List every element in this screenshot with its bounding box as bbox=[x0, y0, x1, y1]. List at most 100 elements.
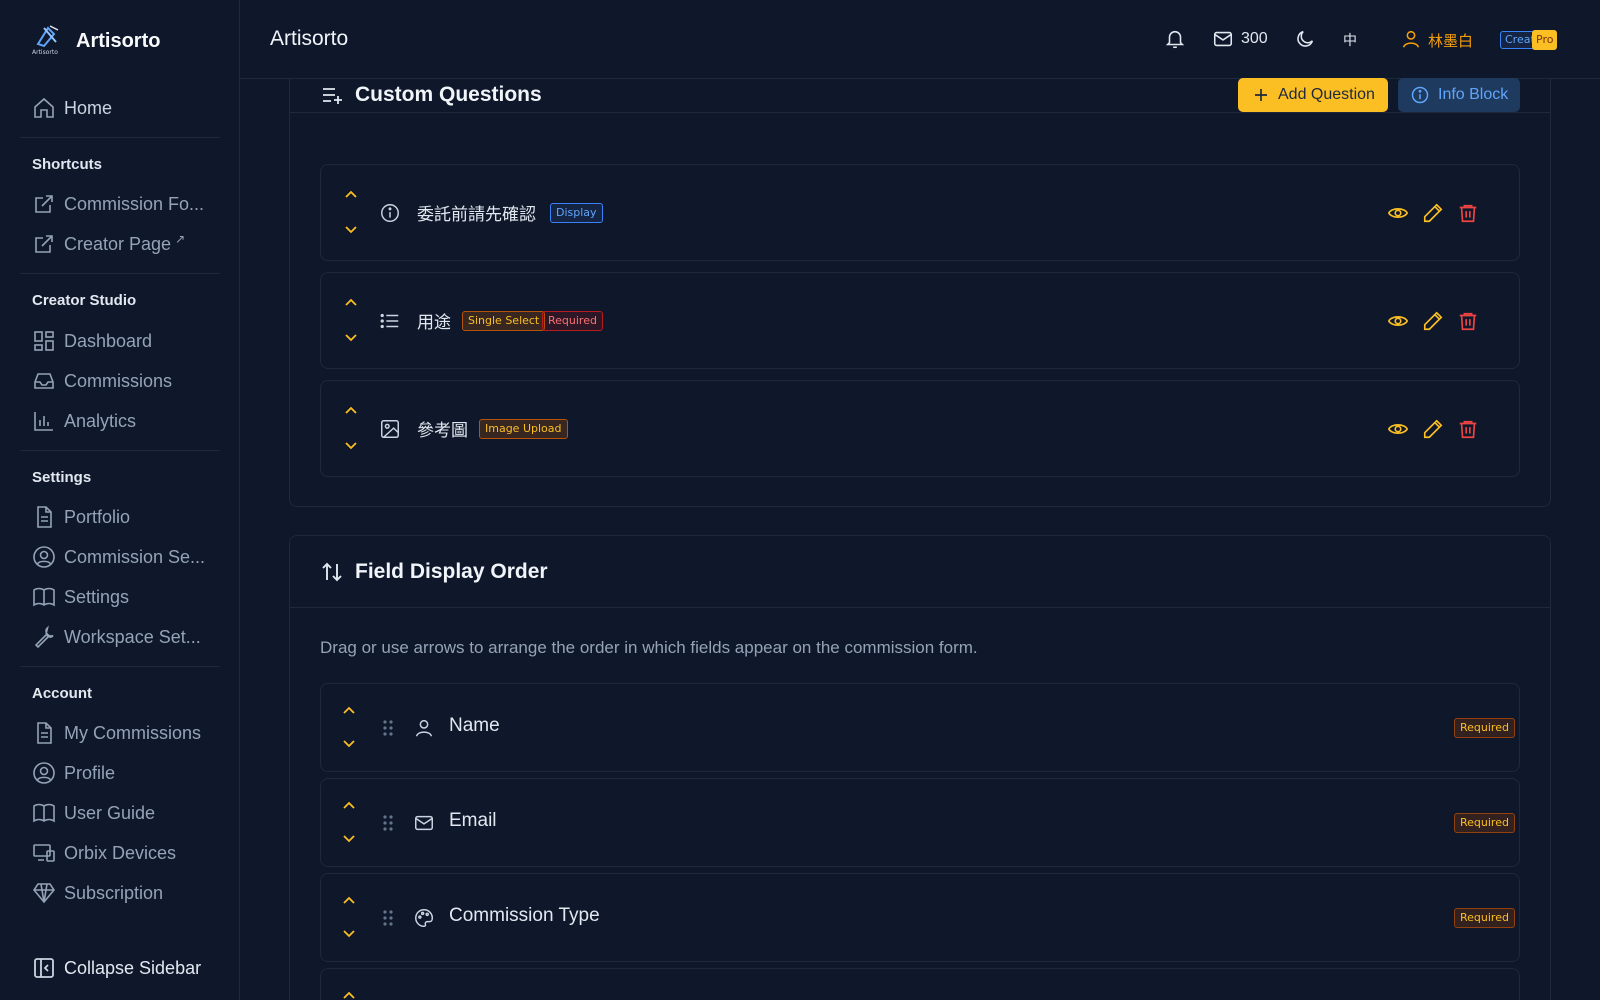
chevron-up-icon[interactable] bbox=[343, 403, 359, 419]
question-title: 委託前請先確認 bbox=[417, 205, 536, 225]
sidebar-item-analytics[interactable]: Analytics bbox=[20, 403, 220, 439]
divider bbox=[20, 273, 220, 274]
chevron-down-icon[interactable] bbox=[341, 925, 357, 941]
question-row[interactable]: 委託前請先確認 Display bbox=[320, 164, 1520, 261]
image-icon bbox=[381, 420, 399, 438]
field-row[interactable] bbox=[320, 968, 1520, 1000]
chevron-down-icon[interactable] bbox=[343, 437, 359, 453]
question-row[interactable]: 參考圖 Image Upload bbox=[320, 380, 1520, 477]
devices-icon bbox=[33, 844, 55, 862]
field-row[interactable]: Email Required bbox=[320, 778, 1520, 867]
pro-badge: Pro bbox=[1532, 30, 1558, 50]
drag-handle-icon[interactable] bbox=[381, 814, 395, 832]
sidebar-item-label: User Guide bbox=[64, 802, 156, 823]
pencil-icon[interactable] bbox=[1422, 310, 1444, 332]
info-icon bbox=[1411, 86, 1429, 104]
eye-icon[interactable] bbox=[1387, 418, 1409, 440]
mail-icon[interactable] bbox=[1212, 28, 1234, 50]
nav-heading-shortcuts: Shortcuts bbox=[32, 156, 103, 173]
sidebar-item-commission-form[interactable]: Commission Fo... bbox=[20, 186, 220, 222]
sort-arrows-icon bbox=[322, 562, 342, 582]
sidebar-item-settings[interactable]: Settings bbox=[20, 579, 220, 615]
question-row[interactable]: 用途 Single Select Required bbox=[320, 272, 1520, 369]
image-upload-tag: Image Upload bbox=[479, 419, 568, 439]
sidebar-item-label: Commissions bbox=[64, 370, 173, 391]
required-tag: Required bbox=[1454, 908, 1515, 928]
list-icon bbox=[380, 313, 399, 329]
mail-icon bbox=[415, 815, 433, 831]
brand[interactable]: Artisorto Artisorto bbox=[32, 24, 160, 58]
user-icon bbox=[415, 719, 433, 737]
required-tag: Required bbox=[1454, 718, 1515, 738]
sidebar-item-home[interactable]: Home bbox=[20, 90, 220, 126]
moon-icon[interactable] bbox=[1294, 28, 1316, 50]
drag-handle-icon[interactable] bbox=[381, 719, 395, 737]
chevron-up-icon[interactable] bbox=[343, 187, 359, 203]
info-block-label: Info Block bbox=[1438, 86, 1509, 103]
single-select-tag: Single Select bbox=[462, 311, 546, 331]
chevron-down-icon[interactable] bbox=[341, 830, 357, 846]
divider bbox=[20, 137, 220, 138]
chevron-up-icon[interactable] bbox=[341, 798, 357, 814]
trash-icon[interactable] bbox=[1457, 310, 1479, 332]
dashboard-icon bbox=[34, 331, 54, 351]
chevron-up-icon[interactable] bbox=[341, 893, 357, 909]
sidebar-item-my-commissions[interactable]: My Commissions bbox=[20, 715, 220, 751]
nav-heading-account: Account bbox=[32, 685, 92, 702]
chevron-up-icon[interactable] bbox=[341, 988, 357, 1000]
collapse-sidebar-button[interactable]: Collapse Sidebar bbox=[20, 950, 220, 986]
chevron-down-icon[interactable] bbox=[343, 221, 359, 237]
add-question-label: Add Question bbox=[1278, 86, 1375, 103]
add-question-button[interactable]: Add Question bbox=[1238, 78, 1388, 112]
sidebar-item-commissions[interactable]: Commissions bbox=[20, 363, 220, 399]
palette-icon bbox=[415, 909, 433, 927]
chevron-up-icon[interactable] bbox=[343, 295, 359, 311]
nav-heading-settings: Settings bbox=[32, 469, 92, 486]
wrench-icon bbox=[34, 625, 54, 649]
sidebar-item-label: Commission Se... bbox=[64, 546, 206, 567]
plus-icon bbox=[1255, 89, 1267, 101]
field-row[interactable]: Name Required bbox=[320, 683, 1520, 772]
sidebar-item-subscription[interactable]: Subscription bbox=[20, 875, 220, 911]
user-icon[interactable] bbox=[1400, 28, 1422, 50]
field-row[interactable]: Commission Type Required bbox=[320, 873, 1520, 962]
inbox-icon bbox=[34, 373, 54, 389]
sidebar-item-workspace-settings[interactable]: Workspace Set... bbox=[20, 619, 220, 655]
info-icon bbox=[381, 204, 399, 222]
sidebar-item-label: My Commissions bbox=[64, 722, 202, 743]
info-block-button[interactable]: Info Block bbox=[1398, 78, 1520, 112]
user-name[interactable]: 林墨白 bbox=[1428, 30, 1473, 51]
sidebar-item-profile[interactable]: Profile bbox=[20, 755, 220, 791]
eye-icon[interactable] bbox=[1387, 202, 1409, 224]
card-header: Field Display Order bbox=[290, 536, 1550, 608]
chevron-down-icon[interactable] bbox=[343, 329, 359, 345]
mail-count[interactable]: 300 bbox=[1241, 30, 1268, 48]
trash-icon[interactable] bbox=[1457, 202, 1479, 224]
bell-icon[interactable] bbox=[1164, 28, 1186, 50]
sidebar-item-creator-page[interactable]: Creator Page ↗ bbox=[20, 226, 220, 262]
file-icon bbox=[37, 506, 52, 528]
divider bbox=[20, 666, 220, 667]
chevron-down-icon[interactable] bbox=[341, 735, 357, 751]
user-circle-icon bbox=[33, 762, 55, 784]
display-tag: Display bbox=[550, 203, 603, 223]
trash-icon[interactable] bbox=[1457, 418, 1479, 440]
drag-handle-icon[interactable] bbox=[381, 909, 395, 927]
gem-icon bbox=[33, 883, 55, 904]
sidebar-item-portfolio[interactable]: Portfolio bbox=[20, 499, 220, 535]
pencil-icon[interactable] bbox=[1422, 418, 1444, 440]
pencil-icon[interactable] bbox=[1422, 202, 1444, 224]
eye-icon[interactable] bbox=[1387, 310, 1409, 332]
sidebar-item-commission-settings[interactable]: Commission Se... bbox=[20, 539, 220, 575]
question-title: 用途 bbox=[417, 313, 451, 333]
sidebar-item-label: Subscription bbox=[64, 882, 164, 903]
sidebar-item-orbix-devices[interactable]: Orbix Devices bbox=[20, 835, 220, 871]
sidebar-item-dashboard[interactable]: Dashboard bbox=[20, 323, 220, 359]
brand-logo-text: Artisorto bbox=[32, 49, 58, 56]
sidebar-item-label: Portfolio bbox=[64, 506, 131, 527]
language-toggle[interactable]: 中 bbox=[1343, 30, 1357, 50]
sidebar: Artisorto Artisorto Home Shortcuts Commi… bbox=[0, 0, 240, 1000]
sidebar-item-user-guide[interactable]: User Guide bbox=[20, 795, 220, 831]
chevron-up-icon[interactable] bbox=[341, 703, 357, 719]
nav-heading-creator-studio: Creator Studio bbox=[32, 292, 137, 309]
